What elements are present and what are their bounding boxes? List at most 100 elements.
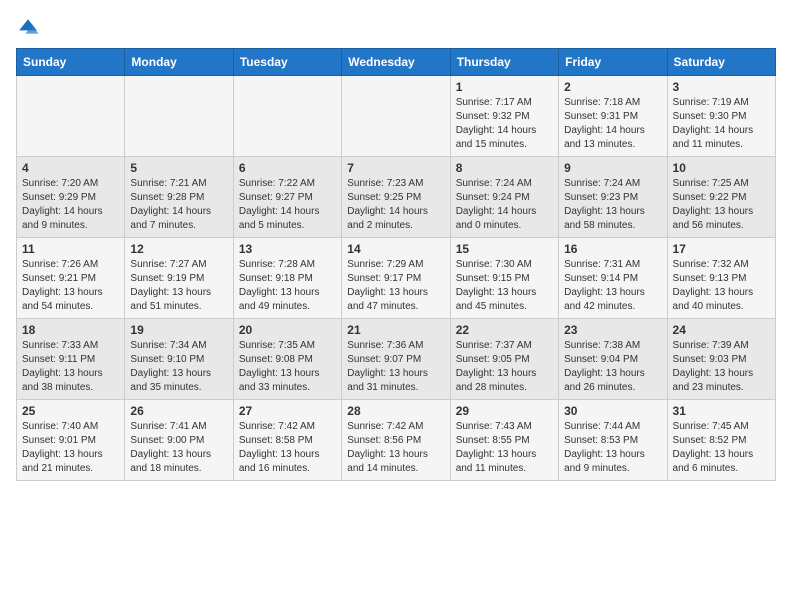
col-header-thursday: Thursday <box>450 49 558 76</box>
calendar-cell-w4d2: 27 Sunrise: 7:42 AM Sunset: 8:58 PM Dayli… <box>233 400 341 481</box>
calendar-cell-w1d5: 9 Sunrise: 7:24 AM Sunset: 9:23 PM Daylig… <box>559 157 667 238</box>
calendar-cell-w1d3: 7 Sunrise: 7:23 AM Sunset: 9:25 PM Daylig… <box>342 157 450 238</box>
day-number: 11 <box>22 242 119 256</box>
calendar-cell-w0d6: 3 Sunrise: 7:19 AM Sunset: 9:30 PM Daylig… <box>667 76 775 157</box>
day-info: Sunrise: 7:24 AM Sunset: 9:23 PM Dayligh… <box>564 177 661 233</box>
day-info: Sunrise: 7:39 AM Sunset: 9:03 PM Dayligh… <box>673 339 770 395</box>
day-number: 18 <box>22 323 119 337</box>
day-info: Sunrise: 7:45 AM Sunset: 8:52 PM Dayligh… <box>673 420 770 476</box>
day-number: 25 <box>22 404 119 418</box>
day-number: 5 <box>130 161 227 175</box>
day-number: 19 <box>130 323 227 337</box>
day-info: Sunrise: 7:33 AM Sunset: 9:11 PM Dayligh… <box>22 339 119 395</box>
calendar-cell-w3d4: 22 Sunrise: 7:37 AM Sunset: 9:05 PM Dayli… <box>450 319 558 400</box>
day-number: 30 <box>564 404 661 418</box>
day-number: 7 <box>347 161 444 175</box>
day-number: 21 <box>347 323 444 337</box>
calendar-cell-w0d5: 2 Sunrise: 7:18 AM Sunset: 9:31 PM Daylig… <box>559 76 667 157</box>
col-header-wednesday: Wednesday <box>342 49 450 76</box>
day-number: 31 <box>673 404 770 418</box>
col-header-friday: Friday <box>559 49 667 76</box>
day-info: Sunrise: 7:25 AM Sunset: 9:22 PM Dayligh… <box>673 177 770 233</box>
day-number: 13 <box>239 242 336 256</box>
day-number: 12 <box>130 242 227 256</box>
day-info: Sunrise: 7:26 AM Sunset: 9:21 PM Dayligh… <box>22 258 119 314</box>
calendar-cell-w0d4: 1 Sunrise: 7:17 AM Sunset: 9:32 PM Daylig… <box>450 76 558 157</box>
calendar-cell-w2d2: 13Sunrise: 7:28 AM Sunset: 9:18 PM Dayli… <box>233 238 341 319</box>
day-number: 3 <box>673 80 770 94</box>
calendar-cell-w0d3 <box>342 76 450 157</box>
day-number: 28 <box>347 404 444 418</box>
calendar-cell-w2d1: 12 Sunrise: 7:27 AM Sunset: 9:19 PM Dayli… <box>125 238 233 319</box>
day-info: Sunrise: 7:35 AM Sunset: 9:08 PM Dayligh… <box>239 339 336 395</box>
day-number: 1 <box>456 80 553 94</box>
day-info: Sunrise: 7:18 AM Sunset: 9:31 PM Dayligh… <box>564 96 661 152</box>
day-number: 29 <box>456 404 553 418</box>
day-info: Sunrise: 7:38 AM Sunset: 9:04 PM Dayligh… <box>564 339 661 395</box>
day-number: 26 <box>130 404 227 418</box>
day-number: 14 <box>347 242 444 256</box>
calendar-cell-w3d1: 19 Sunrise: 7:34 AM Sunset: 9:10 PM Dayli… <box>125 319 233 400</box>
day-number: 24 <box>673 323 770 337</box>
col-header-saturday: Saturday <box>667 49 775 76</box>
col-header-monday: Monday <box>125 49 233 76</box>
calendar-cell-w3d6: 24 Sunrise: 7:39 AM Sunset: 9:03 PM Dayli… <box>667 319 775 400</box>
calendar-cell-w1d0: 4 Sunrise: 7:20 AM Sunset: 9:29 PM Daylig… <box>17 157 125 238</box>
day-number: 16 <box>564 242 661 256</box>
calendar-cell-w2d4: 15 Sunrise: 7:30 AM Sunset: 9:15 PM Dayli… <box>450 238 558 319</box>
calendar-cell-w1d2: 6 Sunrise: 7:22 AM Sunset: 9:27 PM Daylig… <box>233 157 341 238</box>
day-number: 27 <box>239 404 336 418</box>
day-info: Sunrise: 7:31 AM Sunset: 9:14 PM Dayligh… <box>564 258 661 314</box>
day-info: Sunrise: 7:29 AM Sunset: 9:17 PM Dayligh… <box>347 258 444 314</box>
calendar-cell-w0d1 <box>125 76 233 157</box>
calendar-cell-w1d4: 8Sunrise: 7:24 AM Sunset: 9:24 PM Daylig… <box>450 157 558 238</box>
day-number: 9 <box>564 161 661 175</box>
calendar-cell-w4d6: 31 Sunrise: 7:45 AM Sunset: 8:52 PM Dayli… <box>667 400 775 481</box>
calendar-cell-w4d1: 26Sunrise: 7:41 AM Sunset: 9:00 PM Dayli… <box>125 400 233 481</box>
day-info: Sunrise: 7:37 AM Sunset: 9:05 PM Dayligh… <box>456 339 553 395</box>
day-number: 4 <box>22 161 119 175</box>
day-number: 20 <box>239 323 336 337</box>
day-info: Sunrise: 7:19 AM Sunset: 9:30 PM Dayligh… <box>673 96 770 152</box>
day-info: Sunrise: 7:42 AM Sunset: 8:56 PM Dayligh… <box>347 420 444 476</box>
day-info: Sunrise: 7:30 AM Sunset: 9:15 PM Dayligh… <box>456 258 553 314</box>
day-number: 6 <box>239 161 336 175</box>
calendar-cell-w1d6: 10 Sunrise: 7:25 AM Sunset: 9:22 PM Dayli… <box>667 157 775 238</box>
day-info: Sunrise: 7:34 AM Sunset: 9:10 PM Dayligh… <box>130 339 227 395</box>
calendar-cell-w2d3: 14 Sunrise: 7:29 AM Sunset: 9:17 PM Dayli… <box>342 238 450 319</box>
day-info: Sunrise: 7:17 AM Sunset: 9:32 PM Dayligh… <box>456 96 553 152</box>
day-info: Sunrise: 7:21 AM Sunset: 9:28 PM Dayligh… <box>130 177 227 233</box>
calendar-cell-w1d1: 5 Sunrise: 7:21 AM Sunset: 9:28 PM Daylig… <box>125 157 233 238</box>
day-info: Sunrise: 7:27 AM Sunset: 9:19 PM Dayligh… <box>130 258 227 314</box>
day-number: 15 <box>456 242 553 256</box>
calendar-cell-w3d2: 20 Sunrise: 7:35 AM Sunset: 9:08 PM Dayli… <box>233 319 341 400</box>
calendar-cell-w3d5: 23Sunrise: 7:38 AM Sunset: 9:04 PM Dayli… <box>559 319 667 400</box>
calendar-cell-w3d0: 18 Sunrise: 7:33 AM Sunset: 9:11 PM Dayli… <box>17 319 125 400</box>
day-info: Sunrise: 7:32 AM Sunset: 9:13 PM Dayligh… <box>673 258 770 314</box>
calendar-cell-w4d0: 25 Sunrise: 7:40 AM Sunset: 9:01 PM Dayli… <box>17 400 125 481</box>
day-info: Sunrise: 7:22 AM Sunset: 9:27 PM Dayligh… <box>239 177 336 233</box>
calendar-table: SundayMondayTuesdayWednesdayThursdayFrid… <box>16 48 776 481</box>
calendar-cell-w4d5: 30Sunrise: 7:44 AM Sunset: 8:53 PM Dayli… <box>559 400 667 481</box>
day-info: Sunrise: 7:20 AM Sunset: 9:29 PM Dayligh… <box>22 177 119 233</box>
day-number: 22 <box>456 323 553 337</box>
logo <box>16 16 44 40</box>
day-info: Sunrise: 7:24 AM Sunset: 9:24 PM Dayligh… <box>456 177 553 233</box>
day-number: 10 <box>673 161 770 175</box>
calendar-cell-w4d4: 29Sunrise: 7:43 AM Sunset: 8:55 PM Dayli… <box>450 400 558 481</box>
day-number: 17 <box>673 242 770 256</box>
day-info: Sunrise: 7:40 AM Sunset: 9:01 PM Dayligh… <box>22 420 119 476</box>
col-header-tuesday: Tuesday <box>233 49 341 76</box>
day-info: Sunrise: 7:36 AM Sunset: 9:07 PM Dayligh… <box>347 339 444 395</box>
header <box>16 16 776 40</box>
col-header-sunday: Sunday <box>17 49 125 76</box>
calendar-cell-w4d3: 28 Sunrise: 7:42 AM Sunset: 8:56 PM Dayli… <box>342 400 450 481</box>
calendar-cell-w2d6: 17 Sunrise: 7:32 AM Sunset: 9:13 PM Dayli… <box>667 238 775 319</box>
calendar-cell-w0d0 <box>17 76 125 157</box>
day-number: 2 <box>564 80 661 94</box>
calendar-cell-w2d0: 11 Sunrise: 7:26 AM Sunset: 9:21 PM Dayli… <box>17 238 125 319</box>
logo-icon <box>16 16 40 40</box>
calendar-cell-w0d2 <box>233 76 341 157</box>
day-info: Sunrise: 7:42 AM Sunset: 8:58 PM Dayligh… <box>239 420 336 476</box>
day-info: Sunrise: 7:23 AM Sunset: 9:25 PM Dayligh… <box>347 177 444 233</box>
